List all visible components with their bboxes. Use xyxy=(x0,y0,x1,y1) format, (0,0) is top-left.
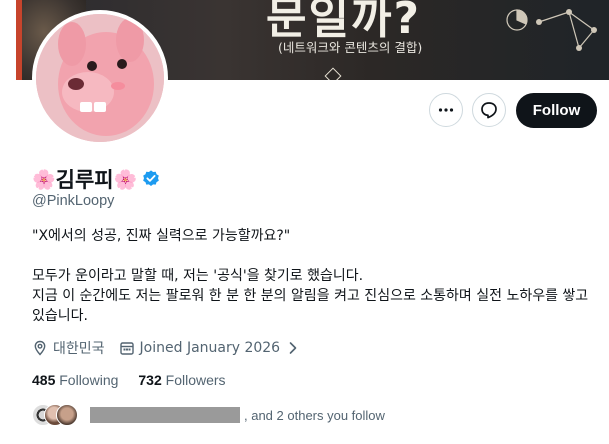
followers-you-know[interactable]: , and 2 others you follow xyxy=(32,404,385,426)
network-graph-icon xyxy=(506,9,597,51)
location-icon xyxy=(34,340,46,356)
verified-icon[interactable] xyxy=(141,169,161,189)
following-link[interactable]: 485 Following xyxy=(32,372,118,388)
message-button[interactable] xyxy=(472,93,506,127)
profile-meta: 대한민국 Joined January 2026 xyxy=(32,338,314,358)
display-name: 김루피 xyxy=(55,168,114,192)
following-count: 485 xyxy=(32,372,56,388)
profile-handle: @PinkLoopy xyxy=(32,193,115,209)
profile-avatar[interactable] xyxy=(32,10,168,146)
mutual-avatars xyxy=(32,404,82,426)
followers-label: Followers xyxy=(165,372,226,388)
redacted-names xyxy=(90,407,240,423)
avatar-image xyxy=(36,14,164,142)
follow-button[interactable]: Follow xyxy=(516,93,597,128)
more-button[interactable] xyxy=(429,93,463,127)
banner-subtitle: (네트워크와 콘텐츠의 결합) xyxy=(278,40,423,55)
mutual-avatar xyxy=(56,404,78,426)
joined-text: Joined January 2026 xyxy=(139,340,281,356)
calendar-icon xyxy=(119,342,134,355)
location-text: 대한민국 xyxy=(53,341,105,357)
follow-stats: 485 Following 732 Followers xyxy=(32,372,246,388)
flower-emoji: 🌸 xyxy=(32,168,56,191)
location-item: 대한민국 xyxy=(32,338,105,358)
banner-stripe xyxy=(16,0,22,80)
more-icon xyxy=(438,108,454,112)
banner-diamond-icon xyxy=(324,67,342,80)
joined-item[interactable]: Joined January 2026 xyxy=(119,340,301,356)
flower-emoji: 🌸 xyxy=(113,168,138,191)
followers-count: 732 xyxy=(138,372,162,388)
display-name-row: 🌸 김루피 🌸 xyxy=(32,164,161,194)
followed-by-text: , and 2 others you follow xyxy=(244,407,385,423)
chevron-right-icon xyxy=(289,342,297,354)
following-label: Following xyxy=(59,372,119,388)
profile-bio: "X에서의 성공, 진짜 실력으로 가능할까요?" 모두가 운이라고 말할 때,… xyxy=(32,228,589,324)
message-icon xyxy=(481,102,497,119)
followers-link[interactable]: 732 Followers xyxy=(138,372,225,388)
